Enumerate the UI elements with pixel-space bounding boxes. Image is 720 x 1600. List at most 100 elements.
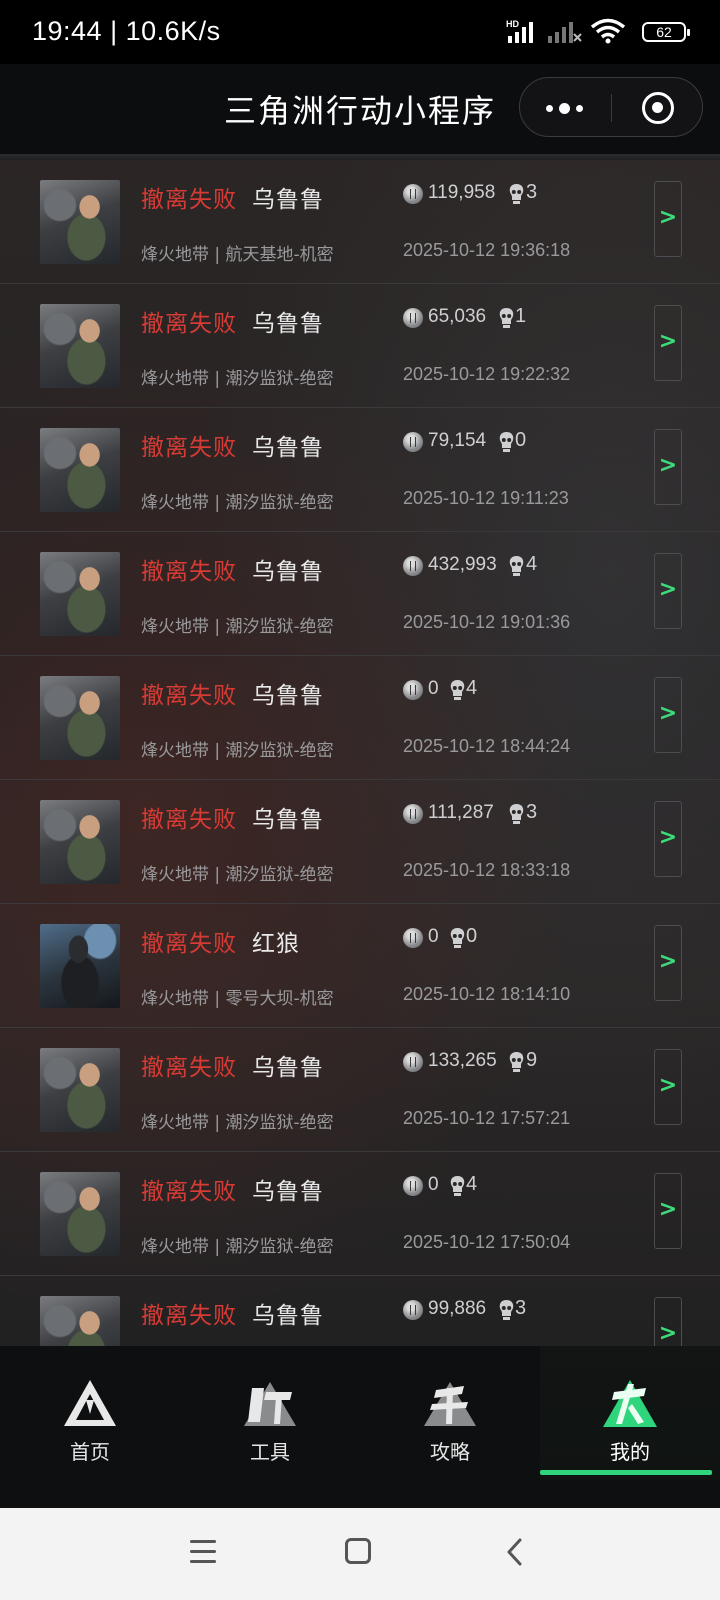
record-detail-button[interactable]: >: [654, 1173, 682, 1249]
extract-value: 111,287: [428, 802, 494, 823]
tab-tools[interactable]: 工具: [180, 1346, 360, 1480]
system-navigation-bar: [0, 1508, 720, 1600]
skull-icon: [450, 680, 465, 700]
title-bar: 三角洲行动小程序: [0, 64, 720, 154]
match-record-row[interactable]: 撤离失败 乌鲁鲁 111,287 3 烽火地带 | 潮汐监狱-绝密 2025-1…: [0, 780, 720, 904]
match-record-row[interactable]: 撤离失败 红狼 0 0 烽火地带 | 零号大坝-机密 2025-10-12 18…: [0, 904, 720, 1028]
match-result: 撤离失败: [141, 931, 237, 957]
match-time: 2025-10-12 19:01:36: [403, 612, 571, 632]
mode-map: 烽火地带 | 航天基地-机密: [141, 245, 334, 265]
operator-avatar: [40, 1048, 120, 1132]
mode-map: 烽火地带 | 潮汐监狱-绝密: [141, 741, 334, 761]
kill-count: 4: [526, 553, 538, 575]
kill-count: 4: [466, 1173, 478, 1195]
profile-logo-icon: [603, 1380, 657, 1427]
coin-icon: [403, 432, 423, 452]
tab-profile[interactable]: 我的: [540, 1346, 720, 1480]
extract-value: 65,036: [428, 306, 487, 327]
tab-label: 工具: [250, 1440, 290, 1464]
skull-icon: [509, 804, 524, 824]
operator-name: 乌鲁鲁: [252, 311, 324, 337]
record-detail-button[interactable]: >: [654, 181, 682, 257]
match-record-row[interactable]: 撤离失败 乌鲁鲁 79,154 0 烽火地带 | 潮汐监狱-绝密 2025-10…: [0, 408, 720, 532]
record-detail-button[interactable]: >: [654, 305, 682, 381]
match-result: 撤离失败: [141, 435, 237, 461]
record-detail-button[interactable]: >: [654, 1297, 682, 1346]
operator-name: 乌鲁鲁: [252, 807, 324, 833]
operator-avatar: [40, 676, 120, 760]
tab-guide[interactable]: 攻略: [360, 1346, 540, 1480]
match-result: 撤离失败: [141, 311, 237, 337]
kill-count: 3: [526, 181, 538, 203]
record-detail-button[interactable]: >: [654, 801, 682, 877]
match-result: 撤离失败: [141, 807, 237, 833]
status-time-speed: 19:44 | 10.6K/s: [32, 16, 221, 46]
match-time: 2025-10-12 19:36:18: [403, 240, 571, 260]
match-time: 2025-10-12 17:57:21: [403, 1108, 571, 1128]
match-result: 撤离失败: [141, 559, 237, 585]
match-record-row[interactable]: 撤离失败 乌鲁鲁 0 4 烽火地带 | 潮汐监狱-绝密 2025-10-12 1…: [0, 1152, 720, 1276]
extract-value: 0: [428, 1174, 439, 1195]
status-bar: 19:44 | 10.6K/s HD 62: [0, 0, 720, 64]
skull-icon: [509, 1052, 524, 1072]
tab-home[interactable]: 首页: [0, 1346, 180, 1480]
operator-name: 乌鲁鲁: [252, 187, 324, 213]
coin-icon: [403, 184, 423, 204]
tab-label: 我的: [610, 1440, 650, 1464]
match-record-row[interactable]: 撤离失败 乌鲁鲁 99,886 3 >: [0, 1276, 720, 1346]
match-record-row[interactable]: 撤离失败 乌鲁鲁 0 4 烽火地带 | 潮汐监狱-绝密 2025-10-12 1…: [0, 656, 720, 780]
match-result: 撤离失败: [141, 1303, 237, 1329]
match-record-row[interactable]: 撤离失败 乌鲁鲁 133,265 9 烽火地带 | 潮汐监狱-绝密 2025-1…: [0, 1028, 720, 1152]
operator-avatar: [40, 800, 120, 884]
coin-icon: [403, 556, 423, 576]
match-record-list[interactable]: 撤离失败 乌鲁鲁 119,958 3 烽火地带 | 航天基地-机密 2025-1…: [0, 160, 720, 1346]
match-record-row[interactable]: 撤离失败 乌鲁鲁 65,036 1 烽火地带 | 潮汐监狱-绝密 2025-10…: [0, 284, 720, 408]
operator-avatar: [40, 924, 120, 1008]
skull-icon: [499, 308, 514, 328]
match-result: 撤离失败: [141, 683, 237, 709]
skull-icon: [499, 1300, 514, 1320]
record-detail-button[interactable]: >: [654, 925, 682, 1001]
recent-apps-icon[interactable]: [190, 1540, 216, 1564]
coin-icon: [403, 680, 423, 700]
more-icon[interactable]: [546, 100, 586, 116]
match-time: 2025-10-12 19:22:32: [403, 364, 571, 384]
network-badge: HD: [506, 19, 519, 29]
operator-name: 乌鲁鲁: [252, 1055, 324, 1081]
extract-value: 119,958: [428, 182, 496, 203]
match-time: 2025-10-12 18:44:24: [403, 736, 571, 756]
skull-icon: [450, 928, 465, 948]
match-time: 2025-10-12 17:50:04: [403, 1232, 571, 1252]
kill-count: 4: [466, 677, 478, 699]
skull-icon: [499, 432, 514, 452]
extract-value: 432,993: [428, 554, 497, 575]
home-icon[interactable]: [345, 1538, 371, 1564]
match-record-row[interactable]: 撤离失败 乌鲁鲁 432,993 4 烽火地带 | 潮汐监狱-绝密 2025-1…: [0, 532, 720, 656]
status-icons: HD 62: [506, 18, 690, 46]
skull-icon: [509, 556, 524, 576]
mode-map: 烽火地带 | 潮汐监狱-绝密: [141, 617, 334, 637]
extract-value: 99,886: [428, 1298, 487, 1319]
signal-icon: HD: [506, 19, 533, 43]
signal-no-service-icon: [548, 22, 582, 43]
record-detail-button[interactable]: >: [654, 429, 682, 505]
operator-avatar: [40, 304, 120, 388]
match-time: 2025-10-12 18:33:18: [403, 860, 571, 880]
close-miniprogram-icon[interactable]: [642, 92, 674, 124]
kill-count: 1: [515, 305, 527, 327]
match-result: 撤离失败: [141, 187, 237, 213]
record-detail-button[interactable]: >: [654, 677, 682, 753]
extract-value: 79,154: [428, 430, 487, 451]
capsule-divider: [611, 94, 612, 122]
coin-icon: [403, 1176, 423, 1196]
mode-map: 烽火地带 | 潮汐监狱-绝密: [141, 369, 334, 389]
record-detail-button[interactable]: >: [654, 553, 682, 629]
coin-icon: [403, 804, 423, 824]
miniprogram-capsule: [519, 77, 703, 137]
match-record-row[interactable]: 撤离失败 乌鲁鲁 119,958 3 烽火地带 | 航天基地-机密 2025-1…: [0, 160, 720, 284]
record-detail-button[interactable]: >: [654, 1049, 682, 1125]
match-time: 2025-10-12 19:11:23: [403, 488, 569, 508]
extract-value: 133,265: [428, 1050, 497, 1071]
back-icon[interactable]: [505, 1538, 523, 1566]
operator-name: 乌鲁鲁: [252, 435, 324, 461]
